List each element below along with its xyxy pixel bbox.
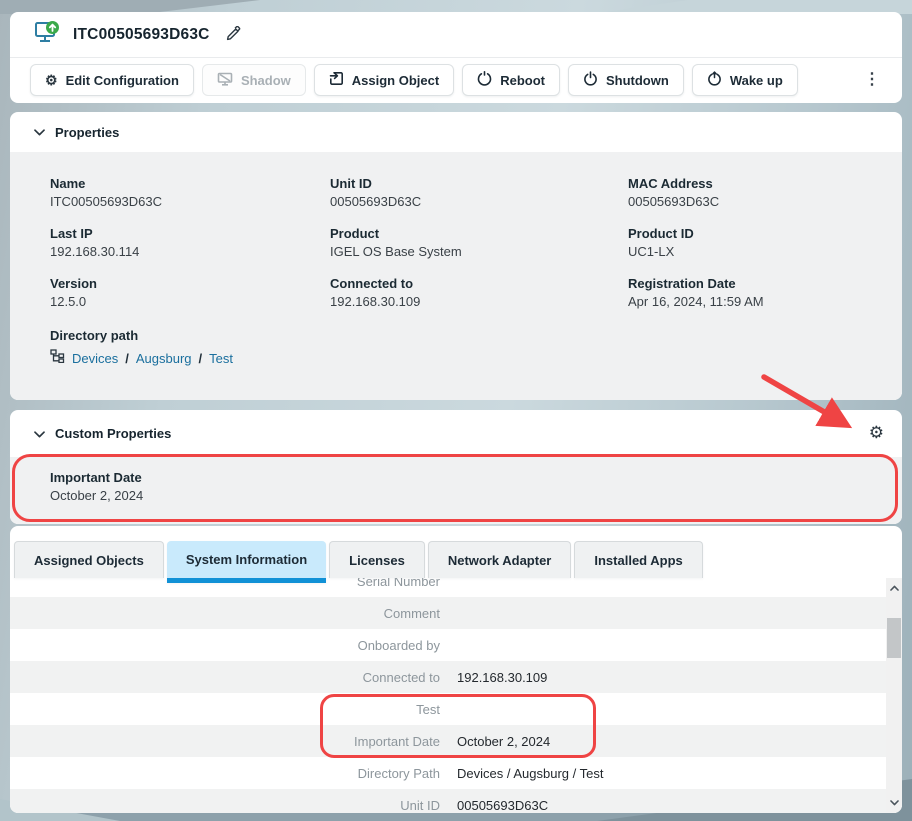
device-icon xyxy=(34,20,61,49)
shadow-label: Shadow xyxy=(241,73,291,88)
path-separator: / xyxy=(199,351,203,366)
table-row: Important DateOctober 2, 2024 xyxy=(10,725,902,757)
directory-path-link-test[interactable]: Test xyxy=(209,351,233,366)
custom-property-field: Important Date October 2, 2024 xyxy=(50,470,882,503)
shadow-monitor-icon xyxy=(217,72,233,89)
edit-configuration-button[interactable]: ⚙ Edit Configuration xyxy=(30,64,194,96)
detail-tabs: Assigned Objects System Information Lice… xyxy=(14,541,703,583)
table-row: Test xyxy=(10,693,902,725)
property-field: Last IP192.168.30.114 xyxy=(50,226,330,259)
wake-up-power-icon xyxy=(707,71,722,89)
properties-card: Properties NameITC00505693D63C Unit ID00… xyxy=(10,112,902,400)
kebab-menu-icon: ⋮ xyxy=(864,72,880,88)
edit-configuration-label: Edit Configuration xyxy=(66,73,179,88)
properties-body: NameITC00505693D63C Unit ID00505693D63C … xyxy=(10,152,902,400)
scroll-up-arrow[interactable] xyxy=(886,580,902,596)
shadow-button[interactable]: Shadow xyxy=(202,64,306,96)
scrollbar-thumb[interactable] xyxy=(887,618,901,658)
custom-properties-body: Important Date October 2, 2024 xyxy=(10,457,902,524)
table-row: Serial Number xyxy=(10,578,902,597)
gear-icon: ⚙ xyxy=(869,424,884,441)
property-field: NameITC00505693D63C xyxy=(50,176,330,209)
shutdown-button[interactable]: Shutdown xyxy=(568,64,684,96)
properties-title: Properties xyxy=(55,125,119,140)
power-icon xyxy=(583,71,598,89)
device-header-card: ITC00505693D63C ⚙ Edit Configuration xyxy=(10,12,902,103)
custom-properties-title: Custom Properties xyxy=(55,426,171,441)
table-row: Directory PathDevices / Augsburg / Test xyxy=(10,757,902,789)
more-actions-button[interactable]: ⋮ xyxy=(862,70,882,90)
tab-system-information[interactable]: System Information xyxy=(167,541,326,583)
directory-path-link-augsburg[interactable]: Augsburg xyxy=(136,351,192,366)
property-field: Version12.5.0 xyxy=(50,276,330,309)
reboot-label: Reboot xyxy=(500,73,545,88)
scroll-down-arrow[interactable] xyxy=(886,795,902,811)
wake-up-button[interactable]: Wake up xyxy=(692,64,798,96)
directory-tree-icon xyxy=(50,349,65,368)
reboot-icon xyxy=(477,71,492,89)
property-field: ProductIGEL OS Base System xyxy=(330,226,628,259)
toolbar: ⚙ Edit Configuration Shadow Assi xyxy=(10,58,902,102)
custom-properties-card: Custom Properties ⚙ Important Date Octob… xyxy=(10,410,902,524)
property-field: Connected to192.168.30.109 xyxy=(330,276,628,309)
wake-up-label: Wake up xyxy=(730,73,783,88)
custom-properties-section-header[interactable]: Custom Properties xyxy=(10,410,902,457)
rename-device-button[interactable] xyxy=(224,24,243,46)
assign-object-button[interactable]: Assign Object xyxy=(314,64,454,96)
directory-path-link-devices[interactable]: Devices xyxy=(72,351,118,366)
property-field: MAC Address00505693D63C xyxy=(628,176,882,209)
path-separator: / xyxy=(125,351,129,366)
details-table-card: Assigned Objects System Information Lice… xyxy=(10,526,902,813)
directory-path-field: Directory path Devices / Augsburg / Test xyxy=(50,328,882,368)
properties-section-header[interactable]: Properties xyxy=(10,112,902,152)
table-row: Unit ID00505693D63C xyxy=(10,789,902,813)
property-field: Product IDUC1-LX xyxy=(628,226,882,259)
vertical-scrollbar[interactable] xyxy=(886,578,902,813)
shutdown-label: Shutdown xyxy=(606,73,669,88)
tab-assigned-objects[interactable]: Assigned Objects xyxy=(14,541,164,578)
table-row: Onboarded by xyxy=(10,629,902,661)
page-title: ITC00505693D63C xyxy=(73,26,210,44)
pencil-icon xyxy=(226,26,241,44)
system-information-table: Serial Number Comment Onboarded by Conne… xyxy=(10,578,902,813)
chevron-down-icon xyxy=(34,123,45,141)
tab-network-adapter[interactable]: Network Adapter xyxy=(428,541,572,578)
title-row: ITC00505693D63C xyxy=(10,12,902,58)
tab-installed-apps[interactable]: Installed Apps xyxy=(574,541,702,578)
assign-object-icon xyxy=(329,71,344,89)
assign-object-label: Assign Object xyxy=(352,73,439,88)
property-field: Unit ID00505693D63C xyxy=(330,176,628,209)
tab-licenses[interactable]: Licenses xyxy=(329,541,425,578)
property-field: Registration DateApr 16, 2024, 11:59 AM xyxy=(628,276,882,309)
custom-properties-settings-button[interactable]: ⚙ xyxy=(867,422,886,443)
chevron-down-icon xyxy=(34,425,45,443)
table-row: Comment xyxy=(10,597,902,629)
table-row: Connected to192.168.30.109 xyxy=(10,661,902,693)
gear-icon: ⚙ xyxy=(45,73,58,87)
reboot-button[interactable]: Reboot xyxy=(462,64,560,96)
